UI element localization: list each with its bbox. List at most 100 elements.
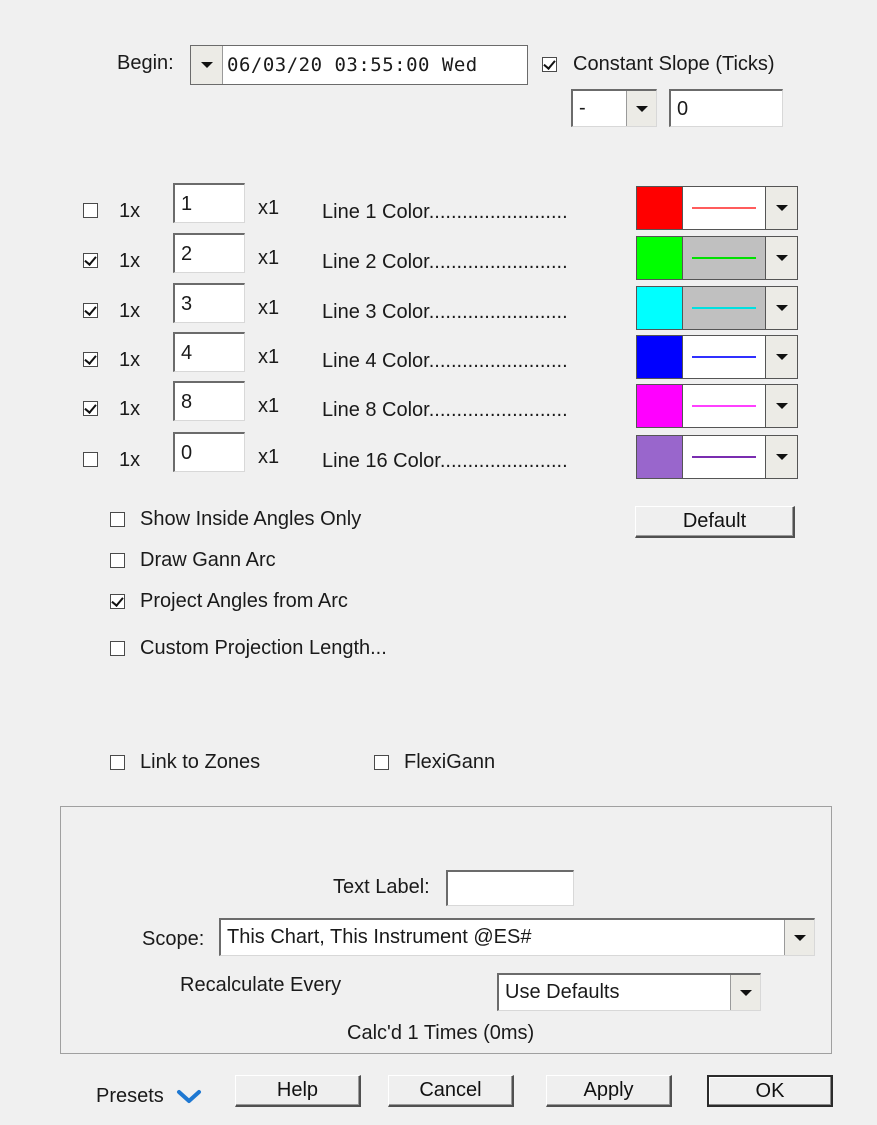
begin-dropdown-button[interactable] — [191, 46, 223, 84]
line-style-stroke — [692, 456, 756, 458]
line-angle-input[interactable]: 2 — [173, 233, 245, 273]
line-style-stroke — [692, 257, 756, 259]
line-style-sample — [683, 187, 765, 229]
line-color-label: Line 8 Color......................... — [322, 399, 568, 421]
color-dropdown-button[interactable] — [765, 336, 797, 378]
help-button[interactable]: Help — [235, 1075, 361, 1107]
draw-gann-arc-label: Draw Gann Arc — [140, 549, 276, 571]
line-suffix-label: x1 — [258, 446, 280, 468]
slope-value-input[interactable]: 0 — [669, 89, 783, 127]
line-angle-input[interactable]: 4 — [173, 332, 245, 372]
line-enable-checkbox[interactable] — [83, 303, 98, 318]
text-label-label: Text Label: — [333, 876, 430, 898]
color-dropdown-button[interactable] — [765, 436, 797, 478]
chevron-down-icon — [775, 403, 788, 409]
text-label-input[interactable] — [446, 870, 574, 906]
constant-slope-checkbox[interactable] — [542, 57, 557, 72]
scope-value: This Chart, This Instrument @ES# — [227, 926, 532, 948]
line-suffix-label: x1 — [258, 197, 280, 219]
draw-gann-arc-checkbox[interactable] — [110, 553, 125, 568]
recalculate-label: Recalculate Every — [180, 974, 342, 996]
scope-label: Scope: — [142, 928, 205, 950]
presets-menu[interactable]: Presets — [96, 1085, 202, 1108]
line-color-picker[interactable] — [636, 236, 798, 280]
line-multiplier-label: 1x — [119, 200, 141, 222]
flexigann-checkbox[interactable] — [374, 755, 389, 770]
line-suffix-label: x1 — [258, 395, 280, 417]
line-suffix-label: x1 — [258, 247, 280, 269]
color-dropdown-button[interactable] — [765, 187, 797, 229]
link-to-zones-label: Link to Zones — [140, 751, 261, 773]
line-multiplier-label: 1x — [119, 250, 141, 272]
line-style-sample — [683, 436, 765, 478]
custom-projection-length-checkbox[interactable] — [110, 641, 125, 656]
line-enable-checkbox[interactable] — [83, 452, 98, 467]
line-color-label: Line 1 Color......................... — [322, 201, 568, 223]
show-inside-angles-only-checkbox[interactable] — [110, 512, 125, 527]
color-swatch — [637, 436, 683, 478]
line-multiplier-label: 1x — [119, 349, 141, 371]
line-style-sample — [683, 385, 765, 427]
ok-button[interactable]: OK — [707, 1075, 833, 1107]
chevron-down-icon — [176, 1089, 201, 1103]
line-suffix-label: x1 — [258, 297, 280, 319]
flexigann-label: FlexiGann — [404, 751, 496, 773]
custom-projection-length-label: Custom Projection Length... — [140, 637, 387, 659]
line-color-label: Line 4 Color......................... — [322, 350, 568, 372]
line-enable-checkbox[interactable] — [83, 253, 98, 268]
presets-label: Presets — [96, 1085, 164, 1107]
line-style-stroke — [692, 307, 756, 309]
line-multiplier-label: 1x — [119, 300, 141, 322]
line-style-sample — [683, 237, 765, 279]
project-angles-from-arc-label: Project Angles from Arc — [140, 590, 348, 612]
color-dropdown-button[interactable] — [765, 237, 797, 279]
cancel-button[interactable]: Cancel — [388, 1075, 514, 1107]
constant-slope-label: Constant Slope (Ticks) — [573, 53, 775, 75]
color-dropdown-button[interactable] — [765, 385, 797, 427]
chevron-down-icon — [775, 305, 788, 311]
color-dropdown-button[interactable] — [765, 287, 797, 329]
chevron-down-icon — [775, 255, 788, 261]
scope-select[interactable]: This Chart, This Instrument @ES# — [219, 918, 815, 956]
line-angle-input[interactable]: 1 — [173, 183, 245, 223]
apply-button[interactable]: Apply — [546, 1075, 672, 1107]
line-angle-input[interactable]: 0 — [173, 432, 245, 472]
line-enable-checkbox[interactable] — [83, 401, 98, 416]
line-color-picker[interactable] — [636, 335, 798, 379]
line-enable-checkbox[interactable] — [83, 203, 98, 218]
chevron-down-icon — [775, 454, 788, 460]
color-swatch — [637, 385, 683, 427]
line-color-picker[interactable] — [636, 186, 798, 230]
slope-sign-value: - — [579, 97, 586, 119]
default-button[interactable]: Default — [635, 506, 795, 538]
begin-datetime-picker[interactable]: 06/03/20 03:55:00 Wed — [190, 45, 528, 85]
line-style-stroke — [692, 207, 756, 209]
line-angle-input[interactable]: 8 — [173, 381, 245, 421]
line-angle-input[interactable]: 3 — [173, 283, 245, 323]
chevron-down-icon — [793, 934, 806, 941]
slope-sign-dropdown[interactable] — [626, 91, 656, 126]
line-color-picker[interactable] — [636, 435, 798, 479]
chevron-down-icon — [775, 205, 788, 211]
link-to-zones-checkbox[interactable] — [110, 755, 125, 770]
show-inside-angles-only-label: Show Inside Angles Only — [140, 508, 362, 530]
chevron-down-icon — [775, 354, 788, 360]
line-enable-checkbox[interactable] — [83, 352, 98, 367]
line-style-sample — [683, 336, 765, 378]
line-color-picker[interactable] — [636, 384, 798, 428]
slope-sign-select[interactable]: - — [571, 89, 657, 127]
line-suffix-label: x1 — [258, 346, 280, 368]
line-color-picker[interactable] — [636, 286, 798, 330]
line-color-label: Line 3 Color......................... — [322, 301, 568, 323]
color-swatch — [637, 287, 683, 329]
chevron-down-icon — [739, 989, 752, 996]
line-multiplier-label: 1x — [119, 398, 141, 420]
chevron-down-icon — [200, 62, 213, 68]
recalculate-dropdown[interactable] — [730, 975, 760, 1010]
project-angles-from-arc-checkbox[interactable] — [110, 594, 125, 609]
scope-dropdown[interactable] — [784, 920, 814, 955]
color-swatch — [637, 336, 683, 378]
color-swatch — [637, 187, 683, 229]
recalculate-select[interactable]: Use Defaults — [497, 973, 761, 1011]
line-color-label: Line 2 Color......................... — [322, 251, 568, 273]
